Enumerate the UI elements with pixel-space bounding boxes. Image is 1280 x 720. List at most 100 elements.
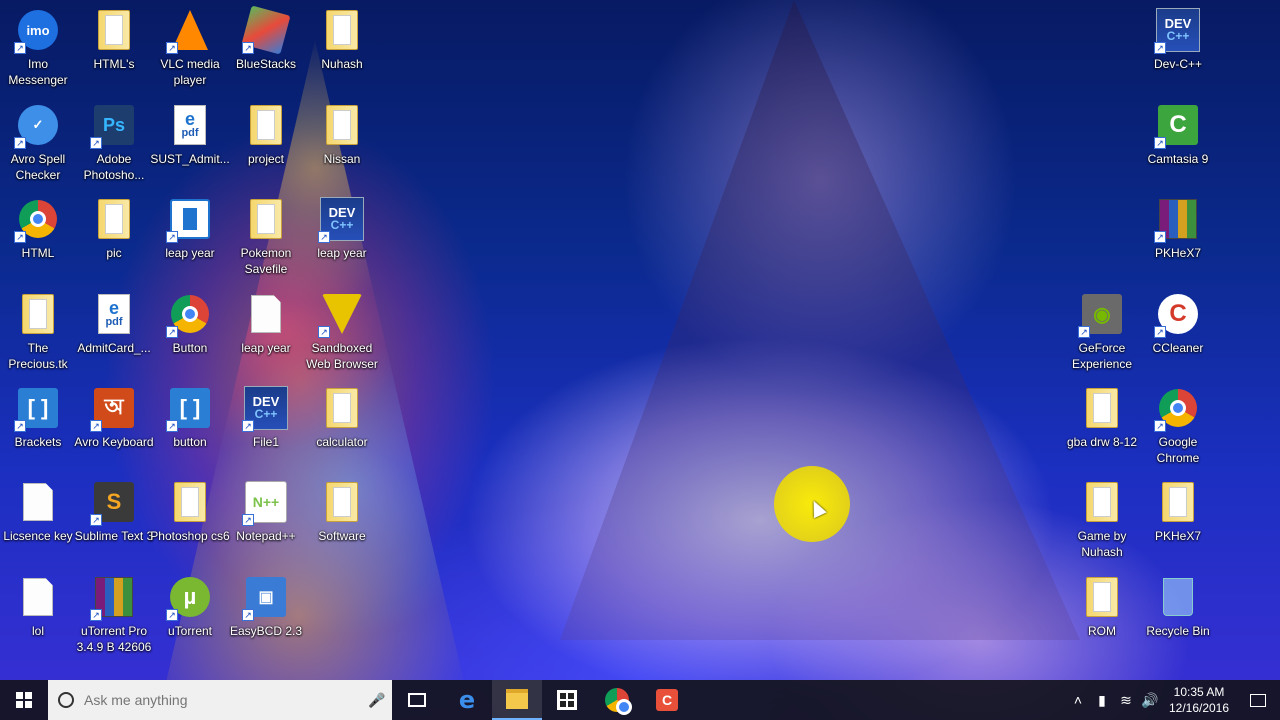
desktop-icon-leap-year[interactable]: DEV C++ ↗ leap year xyxy=(304,193,380,287)
desktop-icon-photoshop-cs6[interactable]: Photoshop cs6 xyxy=(150,476,230,570)
battery-icon[interactable]: ▮ xyxy=(1090,692,1114,709)
desktop-icon-image: DEV C++ ↗ xyxy=(1154,8,1200,54)
folder-icon xyxy=(250,199,282,239)
desktop-icon-vlc-media-player[interactable]: ↗ VLC media player xyxy=(152,4,228,98)
desktop-icon-rom[interactable]: ROM xyxy=(1064,571,1140,665)
shortcut-arrow-icon: ↗ xyxy=(166,420,178,432)
shortcut-arrow-icon: ↗ xyxy=(1154,326,1166,338)
folder-icon xyxy=(1162,482,1194,522)
desktop-icon-button[interactable]: [ ] ↗ button xyxy=(152,382,228,476)
desktop-icon-easybcd-2-3[interactable]: ▣ ↗ EasyBCD 2.3 xyxy=(228,571,304,665)
clock-date: 12/16/2016 xyxy=(1168,701,1230,715)
desktop-icon-adobe-photosho[interactable]: Ps ↗ Adobe Photosho... xyxy=(76,99,152,193)
desktop-icon-utorrent[interactable]: µ ↗ uTorrent xyxy=(152,571,228,665)
store-icon xyxy=(557,690,577,710)
desktop-icon-image xyxy=(168,480,212,524)
microphone-icon[interactable]: 🎤 xyxy=(368,692,385,709)
desktop-icon-dev-c[interactable]: DEV C++ ↗ Dev-C++ xyxy=(1140,4,1216,98)
desktop-icon-leap-year[interactable]: ↗ leap year xyxy=(152,193,228,287)
desktop-icon-brackets[interactable]: [ ] ↗ Brackets xyxy=(0,382,76,476)
desktop-icon-image: ↗ xyxy=(1154,386,1200,432)
desktop-icon-google-chrome[interactable]: ↗ Google Chrome xyxy=(1140,382,1216,476)
desktop-icon-admitcard[interactable]: e pdf AdmitCard_... xyxy=(76,288,152,382)
desktop-icon-button[interactable]: ↗ Button xyxy=(152,288,228,382)
shortcut-arrow-icon: ↗ xyxy=(14,231,26,243)
chrome-taskbar-button[interactable] xyxy=(592,680,642,720)
desktop-icon-gba-drw-8-12[interactable]: gba drw 8-12 xyxy=(1064,382,1140,476)
desktop-icon-lol[interactable]: lol xyxy=(0,571,76,665)
chevron-up-icon[interactable]: ˄ xyxy=(1066,692,1090,708)
desktop-icon-licsence-key[interactable]: Licsence key xyxy=(0,476,76,570)
desktop-icon-image xyxy=(16,480,60,524)
desktop-icon-camtasia-9[interactable]: C ↗ Camtasia 9 xyxy=(1140,99,1216,193)
desktop-icon-game-by-nuhash[interactable]: Game by Nuhash xyxy=(1064,476,1140,570)
camtasia-icon: C xyxy=(656,689,678,711)
system-tray: ˄ ▮ ≋ 🔊 10:35 AM 12/16/2016 xyxy=(1066,680,1280,720)
desktop-icon-sublime-text-3[interactable]: S ↗ Sublime Text 3 xyxy=(75,476,153,570)
file-explorer-button[interactable] xyxy=(492,680,542,720)
volume-icon[interactable]: 🔊 xyxy=(1138,692,1162,709)
folder-icon xyxy=(326,10,358,50)
desktop-icon-bluestacks[interactable]: ↗ BlueStacks xyxy=(228,4,304,98)
desktop-icon-pkhex7[interactable]: PKHeX7 xyxy=(1140,476,1216,570)
desktop-icon-image xyxy=(16,292,60,336)
desktop-icon-notepad[interactable]: N++ ↗ Notepad++ xyxy=(228,476,304,570)
desktop-icon-image: ↗ xyxy=(241,5,291,55)
desktop-icon-calculator[interactable]: calculator xyxy=(304,382,380,476)
desktop-icon-utorrent-pro-3-4-9-b-42606[interactable]: ↗ uTorrent Pro 3.4.9 B 42606 xyxy=(76,571,152,665)
cortana-icon xyxy=(58,692,74,708)
desktop-icon-image: ↗ xyxy=(90,575,136,621)
desktop-icon-avro-keyboard[interactable]: অ ↗ Avro Keyboard xyxy=(74,382,154,476)
folder-icon xyxy=(98,199,130,239)
desktop-icon-label: Adobe Photosho... xyxy=(83,152,145,182)
desktop-icon-geforce-experience[interactable]: ◉ ↗ GeForce Experience xyxy=(1064,288,1140,382)
action-center-button[interactable] xyxy=(1236,680,1280,720)
desktop-icon-label: Dev-C++ xyxy=(1153,57,1203,71)
desktop-icon-label: Brackets xyxy=(14,435,62,449)
desktop-icon-the-precious-tk[interactable]: The Precious.tk xyxy=(0,288,76,382)
folder-icon xyxy=(1086,388,1118,428)
desktop-icon-label: Google Chrome xyxy=(1156,435,1200,465)
store-button[interactable] xyxy=(542,680,592,720)
desktop-icon-image: ↗ xyxy=(1154,197,1200,243)
desktop-icon-leap-year[interactable]: leap year xyxy=(228,288,304,382)
desktop-icon-image: DEV C++ ↗ xyxy=(318,197,364,243)
folder-icon xyxy=(326,388,358,428)
desktop-icon-label: Imo Messenger xyxy=(8,57,68,87)
shortcut-arrow-icon: ↗ xyxy=(14,137,26,149)
desktop-icon-html-s[interactable]: HTML's xyxy=(76,4,152,98)
cortana-search-box[interactable]: 🎤 xyxy=(48,680,392,720)
desktop-icon-avro-spell-checker[interactable]: ✓ ↗ Avro Spell Checker xyxy=(0,99,76,193)
clock-time: 10:35 AM xyxy=(1173,685,1225,699)
desktop-icon-sust-admit[interactable]: e pdf SUST_Admit... xyxy=(150,99,230,193)
desktop-icon-sandboxed-web-browser[interactable]: ↗ Sandboxed Web Browser xyxy=(304,288,380,382)
wifi-icon[interactable]: ≋ xyxy=(1114,692,1138,709)
desktop-icon-pic[interactable]: pic xyxy=(76,193,152,287)
shortcut-arrow-icon: ↗ xyxy=(90,420,102,432)
desktop-icon-imo-messenger[interactable]: imo ↗ Imo Messenger xyxy=(0,4,76,98)
document-icon xyxy=(23,578,53,616)
desktop-icon-project[interactable]: project xyxy=(228,99,304,193)
search-input[interactable] xyxy=(82,691,368,709)
desktop-icon-file1[interactable]: DEV C++ ↗ File1 xyxy=(228,382,304,476)
desktop-icon-nissan[interactable]: Nissan xyxy=(304,99,380,193)
edge-button[interactable]: e xyxy=(442,680,492,720)
desktop-icon-ccleaner[interactable]: C ↗ CCleaner xyxy=(1140,288,1216,382)
desktop-icon-label: Avro Spell Checker xyxy=(10,152,66,182)
desktop-icon-html[interactable]: ↗ HTML xyxy=(0,193,76,287)
desktop-icon-software[interactable]: Software xyxy=(304,476,380,570)
camtasia-taskbar-button[interactable]: C xyxy=(642,680,692,720)
desktop-icon-pkhex7[interactable]: ↗ PKHeX7 xyxy=(1140,193,1216,287)
task-view-button[interactable] xyxy=(392,680,442,720)
desktop-icon-image: ↗ xyxy=(14,197,60,243)
shortcut-arrow-icon: ↗ xyxy=(90,514,102,526)
desktop-icon-pokemon-savefile[interactable]: Pokemon Savefile xyxy=(228,193,304,287)
desktop-icon-label: GeForce Experience xyxy=(1071,341,1133,371)
desktop-icon-nuhash[interactable]: Nuhash xyxy=(304,4,380,98)
desktop-icon-image xyxy=(1080,575,1124,619)
desktop-icon-label: Photoshop cs6 xyxy=(150,529,230,543)
shortcut-arrow-icon: ↗ xyxy=(318,326,330,338)
desktop-icon-recycle-bin[interactable]: Recycle Bin xyxy=(1140,571,1216,665)
start-button[interactable] xyxy=(0,680,48,720)
clock[interactable]: 10:35 AM 12/16/2016 xyxy=(1162,684,1236,716)
